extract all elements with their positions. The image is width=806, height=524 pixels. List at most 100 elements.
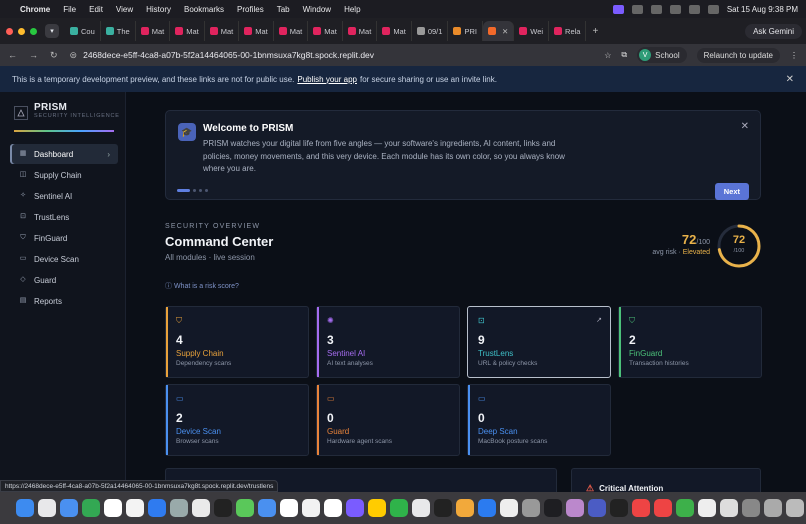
browser-tab[interactable]: Mat xyxy=(274,21,309,41)
sidebar-item-device-scan[interactable]: ▭ Device Scan xyxy=(10,249,118,269)
menu-help[interactable]: Help xyxy=(344,5,360,14)
dock-app-icon[interactable] xyxy=(676,499,694,517)
browser-tab[interactable]: Mat xyxy=(205,21,240,41)
module-card-sentinel-ai[interactable]: ✺ 3 Sentinel AI AI text analyses xyxy=(316,306,460,378)
dock-app-icon[interactable] xyxy=(742,499,760,517)
sidebar-item-finguard[interactable]: ⛉ FinGuard xyxy=(10,228,118,248)
next-button[interactable]: Next xyxy=(714,183,749,200)
module-card-finguard[interactable]: ⛉ 2 FinGuard Transaction histories xyxy=(618,306,762,378)
address-bar[interactable]: 2468dece-e5ff-4ca8-a07b-5f2a14464065-00-… xyxy=(83,50,374,60)
more-menu-icon[interactable]: ⋮ xyxy=(790,51,798,60)
sidebar-item-reports[interactable]: ▤ Reports xyxy=(10,291,118,311)
status-app-icon[interactable] xyxy=(631,4,643,14)
module-card-supply-chain[interactable]: ⛉ 4 Supply Chain Dependency scans xyxy=(165,306,309,378)
menu-edit[interactable]: Edit xyxy=(89,5,103,14)
browser-tab[interactable]: Mat xyxy=(170,21,205,41)
ask-gemini-button[interactable]: Ask Gemini xyxy=(745,23,802,39)
browser-tab[interactable]: Mat xyxy=(377,21,412,41)
progress-dot[interactable] xyxy=(205,189,208,192)
browser-tab[interactable]: Mat xyxy=(239,21,274,41)
site-info-icon[interactable]: ⊜ xyxy=(70,50,78,61)
browser-tab[interactable]: Mat xyxy=(343,21,378,41)
publish-app-link[interactable]: Publish your app xyxy=(297,75,357,84)
sidebar-item-guard[interactable]: ◇ Guard xyxy=(10,270,118,290)
module-card-device-scan[interactable]: ▭ 2 Device Scan Browser scans xyxy=(165,384,309,456)
close-window-button[interactable] xyxy=(6,27,13,35)
progress-dot[interactable] xyxy=(193,189,196,192)
status-app-icon[interactable] xyxy=(612,4,624,14)
dock-app-icon[interactable] xyxy=(786,499,804,517)
dock-app-icon[interactable] xyxy=(280,499,298,517)
forward-arrow-icon[interactable]: → xyxy=(29,50,38,60)
menu-tab[interactable]: Tab xyxy=(277,5,290,14)
menu-view[interactable]: View xyxy=(116,5,133,14)
dock-app-icon[interactable] xyxy=(412,499,430,517)
menu-file[interactable]: File xyxy=(63,5,76,14)
dock-app-icon[interactable] xyxy=(16,499,34,517)
progress-dot[interactable] xyxy=(177,189,190,192)
sidebar-item-supply-chain[interactable]: ◫ Supply Chain xyxy=(10,165,118,185)
dock-app-icon[interactable] xyxy=(346,499,364,517)
sidebar-item-trustlens[interactable]: ⊡ TrustLens xyxy=(10,207,118,227)
bookmark-star-icon[interactable]: ☆ xyxy=(604,51,611,60)
close-icon[interactable]: ✕ xyxy=(741,121,749,132)
back-arrow-icon[interactable]: ← xyxy=(8,50,17,60)
dock-app-icon[interactable] xyxy=(588,499,606,517)
wifi-icon[interactable] xyxy=(669,4,681,14)
dock-app-icon[interactable] xyxy=(544,499,562,517)
dock-app-icon[interactable] xyxy=(324,499,342,517)
dock-app-icon[interactable] xyxy=(192,499,210,517)
dock-app-icon[interactable] xyxy=(236,499,254,517)
browser-tab[interactable]: Wei xyxy=(514,21,550,41)
browser-tab[interactable]: Mat xyxy=(308,21,343,41)
dock-app-icon[interactable] xyxy=(104,499,122,517)
dock-app-icon[interactable] xyxy=(456,499,474,517)
browser-tab[interactable]: The xyxy=(101,21,136,41)
dock-app-icon[interactable] xyxy=(698,499,716,517)
reload-icon[interactable]: ↻ xyxy=(50,50,58,61)
menu-profiles[interactable]: Profiles xyxy=(237,5,264,14)
dock-app-icon[interactable] xyxy=(522,499,540,517)
browser-tab[interactable]: 09/1 xyxy=(412,21,449,41)
dock-app-icon[interactable] xyxy=(214,499,232,517)
close-tab-icon[interactable]: ✕ xyxy=(502,27,508,36)
dock-app-icon[interactable] xyxy=(478,499,496,517)
browser-tab[interactable]: Cou xyxy=(65,21,101,41)
dock-app-icon[interactable] xyxy=(434,499,452,517)
dock-app-icon[interactable] xyxy=(368,499,386,517)
module-card-guard[interactable]: ▭ 0 Guard Hardware agent scans xyxy=(316,384,460,456)
browser-tab[interactable]: ✕ xyxy=(482,21,515,41)
new-tab-button[interactable]: + xyxy=(592,26,598,37)
risk-score-help-link[interactable]: ⓘ What is a risk score? xyxy=(165,281,239,291)
dock-app-icon[interactable] xyxy=(82,499,100,517)
menu-app-name[interactable]: Chrome xyxy=(20,5,50,14)
dock-app-icon[interactable] xyxy=(654,499,672,517)
browser-tab[interactable]: Mat xyxy=(136,21,171,41)
dock-app-icon[interactable] xyxy=(390,499,408,517)
progress-dot[interactable] xyxy=(199,189,202,192)
minimize-window-button[interactable] xyxy=(18,27,25,35)
profile-chip[interactable]: V School xyxy=(637,47,687,63)
dock-app-icon[interactable] xyxy=(764,499,782,517)
dock-app-icon[interactable] xyxy=(258,499,276,517)
zoom-window-button[interactable] xyxy=(30,27,37,35)
dock-app-icon[interactable] xyxy=(38,499,56,517)
close-icon[interactable]: ✕ xyxy=(786,74,794,85)
dock-app-icon[interactable] xyxy=(632,499,650,517)
battery-icon[interactable] xyxy=(650,4,662,14)
tab-search-button[interactable]: ▾ xyxy=(45,24,59,38)
dock-app-icon[interactable] xyxy=(720,499,738,517)
search-icon[interactable] xyxy=(688,4,700,14)
dock-app-icon[interactable] xyxy=(148,499,166,517)
dock-app-icon[interactable] xyxy=(566,499,584,517)
menu-clock[interactable]: Sat 15 Aug 9:38 PM xyxy=(727,5,798,14)
browser-tab[interactable]: PRI xyxy=(448,21,483,41)
module-card-deep-scan[interactable]: ▭ 0 Deep Scan MacBook posture scans xyxy=(467,384,611,456)
dock-app-icon[interactable] xyxy=(170,499,188,517)
menu-window[interactable]: Window xyxy=(303,5,331,14)
sidebar-item-sentinel-ai[interactable]: ✧ Sentinel AI xyxy=(10,186,118,206)
module-card-trustlens[interactable]: ⊡ 9 TrustLens URL & policy checks ↗ xyxy=(467,306,611,378)
extensions-icon[interactable]: ⧉ xyxy=(621,50,627,60)
menu-history[interactable]: History xyxy=(146,5,171,14)
dock-app-icon[interactable] xyxy=(610,499,628,517)
